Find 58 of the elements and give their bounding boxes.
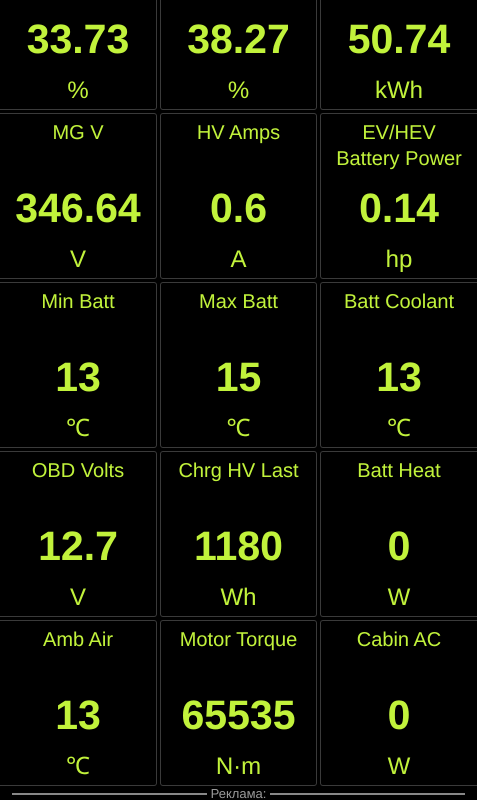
gauge-title: Cabin AC — [356, 629, 442, 651]
gauge-value: 1180 — [194, 524, 283, 568]
gauge-title: HV Amps — [196, 122, 280, 144]
gauge-tile[interactable]: MG V 346.64 V — [0, 113, 157, 279]
gauge-value: 33.73 — [26, 17, 130, 61]
gauge-unit: ℃ — [66, 415, 90, 443]
gauge-unit: W — [388, 584, 410, 612]
gauge-unit: % — [67, 77, 89, 105]
gauge-value: 50.74 — [348, 17, 450, 61]
gauge-title: OBD Volts — [32, 460, 124, 482]
gauge-unit: ℃ — [226, 415, 250, 443]
gauge-title: EV/HEV Battery Power — [336, 122, 462, 170]
gauge-unit: W — [388, 753, 410, 781]
gauge-title: Chrg HV Last — [178, 460, 299, 482]
gauge-unit: ℃ — [387, 415, 411, 443]
gauge-unit: Wh — [220, 584, 256, 612]
gauge-value: 15 — [216, 355, 262, 399]
gauge-unit: V — [70, 584, 86, 612]
gauge-value: 65535 — [181, 693, 296, 737]
gauge-tile[interactable]: 50.74 kWh — [320, 0, 477, 110]
gauge-title: Amb Air — [42, 629, 114, 651]
gauge-value: 0 — [388, 524, 410, 568]
gauge-tile[interactable]: Max Batt 15 ℃ — [160, 282, 317, 448]
gauge-unit: hp — [386, 246, 412, 274]
gauge-value: 13 — [376, 355, 422, 399]
gauge-unit: V — [70, 246, 86, 274]
gauge-unit: N·m — [216, 753, 262, 781]
gauge-title: Batt Coolant — [344, 291, 454, 313]
gauge-title: Max Batt — [199, 291, 278, 313]
gauge-value: 0 — [388, 693, 410, 737]
gauge-tile[interactable]: HV Amps 0.6 A — [160, 113, 317, 279]
gauge-value: 13 — [55, 693, 101, 737]
gauge-value: 38.27 — [187, 17, 290, 61]
gauge-tile[interactable]: 38.27 % — [160, 0, 317, 110]
ad-label: Реклама: — [210, 787, 266, 800]
gauge-value: 13 — [55, 355, 101, 399]
gauge-tile[interactable]: Min Batt 13 ℃ — [0, 282, 157, 448]
gauge-unit: A — [230, 246, 246, 274]
gauge-tile[interactable]: Batt Heat 0 W — [320, 451, 477, 617]
gauge-tile[interactable]: EV/HEV Battery Power 0.14 hp — [320, 113, 477, 279]
gauge-value: 12.7 — [38, 524, 118, 568]
gauge-title: Motor Torque — [180, 629, 298, 651]
gauge-value: 0.14 — [359, 186, 439, 230]
gauge-value: 346.64 — [15, 186, 141, 230]
gauge-tile[interactable]: Amb Air 13 ℃ — [0, 620, 157, 786]
gauge-unit: kWh — [375, 77, 423, 105]
gauge-title: Min Batt — [41, 291, 115, 313]
gauge-tile[interactable]: 33.73 % — [0, 0, 157, 110]
gauge-tile[interactable]: Motor Torque 65535 N·m — [160, 620, 317, 786]
gauge-value: 0.6 — [210, 186, 267, 230]
gauge-tile[interactable]: Cabin AC 0 W — [320, 620, 477, 786]
gauge-unit: ℃ — [66, 753, 90, 781]
gauge-tile[interactable]: OBD Volts 12.7 V — [0, 451, 157, 617]
gauge-unit: % — [228, 77, 250, 105]
gauge-title: Batt Heat — [357, 460, 441, 482]
gauge-title: MG V — [52, 122, 104, 144]
gauge-tile[interactable]: Batt Coolant 13 ℃ — [320, 282, 477, 448]
gauge-tile[interactable]: Chrg HV Last 1180 Wh — [160, 451, 317, 617]
